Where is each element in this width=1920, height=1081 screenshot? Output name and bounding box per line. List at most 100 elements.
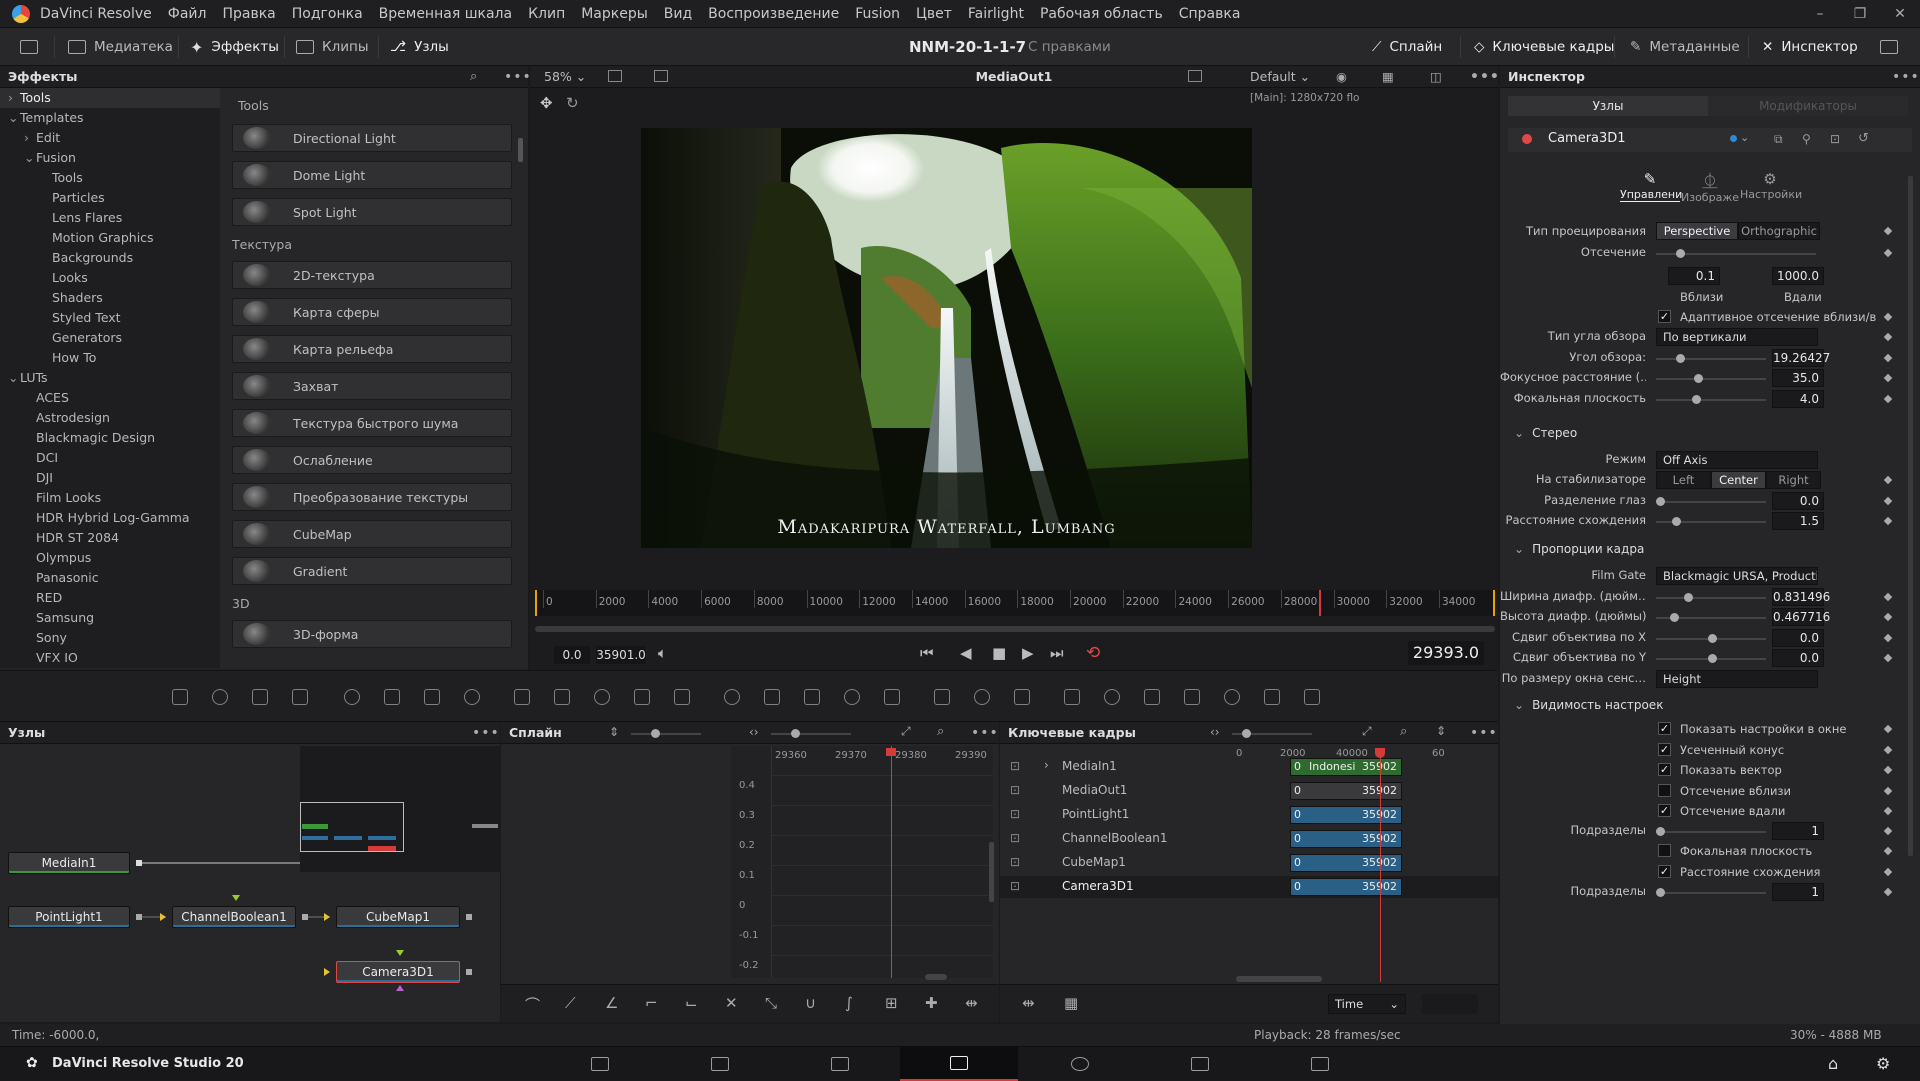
far-clip-field[interactable]: 1000.0 [1772,267,1824,285]
tree-item[interactable]: Generators [0,328,220,348]
tree-item[interactable]: › Tools [0,88,220,108]
keyframe-row[interactable]: ⊡ MediaOut1 035902 [1000,780,1498,802]
spline-fullscreen-icon[interactable]: ⤢ [901,724,911,739]
focal-plane-slider[interactable] [1656,395,1766,404]
stabilizer-center[interactable]: Center [1711,471,1766,489]
lut-select[interactable]: Default ⌄ [1250,66,1310,88]
stereo-section[interactable]: ⌄ Стерео [1514,426,1577,440]
film-gate-select[interactable]: Blackmagic URSA, Production 4K 1 [1656,567,1818,585]
keyframe-row[interactable]: ⊡›MediaIn10Indonesi35902 [1000,756,1498,778]
keyframes-fullscreen-icon[interactable]: ⤢ [1362,724,1372,739]
menu-item[interactable]: Воспроизведение [700,6,847,22]
tree-item[interactable]: HDR Hybrid Log-Gamma [0,508,220,528]
node-enabled-icon[interactable] [1522,134,1532,144]
aspect-section[interactable]: ⌄ Пропорции кадра [1514,542,1644,556]
spline-fit-icon[interactable]: ‹› [749,725,759,739]
keyframe-diamond-icon[interactable] [1883,887,1893,897]
subtab-controls[interactable]: ✎ Управлени [1620,170,1682,202]
in-point-field[interactable]: 0.0 [554,646,590,664]
page-color[interactable] [1050,1047,1110,1081]
tool-item[interactable]: Ослабление [232,446,512,474]
tree-item[interactable]: Backgrounds [0,248,220,268]
loop-icon[interactable]: ⟲ [1086,643,1100,663]
menu-item[interactable]: Файл [160,6,215,22]
near-clip-field[interactable]: 0.1 [1668,267,1720,285]
tree-item[interactable]: DJI [0,468,220,488]
keyframe-row[interactable]: ⊡ ChannelBoolean1 035902 [1000,828,1498,850]
keyframes-playhead[interactable] [1380,752,1381,982]
step-out-icon[interactable]: ⌙ [685,994,698,1012]
keyframe-diamond-icon[interactable] [1883,592,1893,602]
keyframe-bar[interactable]: 035902 [1290,878,1402,896]
cube3d-tool-icon[interactable] [1224,689,1240,705]
visibility-checkbox[interactable] [1658,783,1671,797]
tool-item[interactable]: Directional Light [232,124,512,152]
merge3d-tool-icon[interactable] [1104,689,1120,705]
tree-item[interactable]: Looks [0,268,220,288]
tree-item[interactable]: ⌄ LUTs [0,368,220,388]
tree-item[interactable]: Blackmagic Design [0,428,220,448]
menu-app[interactable]: DaVinci Resolve [40,6,160,22]
menu-item[interactable]: Маркеры [573,6,656,22]
focal-length-slider[interactable] [1656,374,1766,383]
page-edit[interactable] [810,1047,870,1081]
metadata-button[interactable]: ✎ Метаданные [1630,28,1740,66]
menu-item[interactable]: Fairlight [960,6,1032,22]
shape3d-tool-icon[interactable] [1064,689,1080,705]
keyframe-row[interactable]: ⊡ PointLight1 035902 [1000,804,1498,826]
play-icon[interactable]: ▶ [1022,644,1034,662]
keyframe-diamond-icon[interactable] [1883,724,1893,734]
emitter-tool-icon[interactable] [934,689,950,705]
effects-button[interactable]: ✦ Эффекты [190,28,279,66]
aperture-width-slider[interactable] [1656,593,1766,602]
grid-icon[interactable]: ▦ [1382,66,1394,88]
resolution-gate-fit-select[interactable]: Height [1656,670,1818,688]
paint-image-tool-icon[interactable] [212,689,228,705]
ellipse-tool-icon[interactable] [764,689,780,705]
keyframe-bar[interactable]: 035902 [1290,806,1402,824]
keyframe-diamond-icon[interactable] [1883,846,1893,856]
select-all-icon[interactable]: ⤡ [765,994,777,1012]
settings-gear-icon[interactable]: ⚙ [1876,1054,1890,1073]
reset-view-icon[interactable]: ↻ [566,94,579,112]
light3d-tool-icon[interactable] [1264,689,1280,705]
tool-item[interactable]: Преобразование текстуры [232,483,512,511]
tree-item[interactable]: Olympus [0,548,220,568]
tool-item[interactable]: Захват [232,372,512,400]
lock-icon[interactable]: ⊡ [1010,855,1020,869]
subdivisions-slider[interactable] [1656,827,1766,836]
background-tool-icon[interactable] [172,689,188,705]
spline-zoom-slider[interactable] [631,729,701,738]
aov-field[interactable]: 19.26427 [1772,349,1830,367]
keyframe-diamond-icon[interactable] [1883,248,1893,258]
node-pointlight1[interactable]: PointLight1 [8,906,130,928]
lock-icon[interactable]: ⊡ [1010,879,1020,893]
spline-graph[interactable]: 0.4 0.3 0.2 0.1 0 -0.1 -0.2 29360 29370 29380 2939… [731,746,1028,978]
invert-icon[interactable]: ∠ [605,994,618,1012]
stabilizer-right[interactable]: Right [1766,471,1821,489]
visibility-checkbox[interactable]: ✓ [1658,763,1671,776]
keyframes-menu-icon[interactable]: ••• [1470,722,1498,744]
menu-item[interactable]: Рабочая область [1032,6,1171,22]
aperture-height-slider[interactable] [1656,613,1766,622]
bright-contrast-tool-icon[interactable] [424,689,440,705]
spline-hscroll[interactable] [925,974,947,980]
tree-item[interactable]: VFX IO [0,648,220,668]
paint-tool-icon[interactable] [292,689,308,705]
warp-tool-icon[interactable] [884,689,900,705]
tree-item[interactable]: Shaders [0,288,220,308]
slider-knob[interactable] [1694,374,1703,383]
projection-orthographic[interactable]: Orthographic [1738,222,1820,240]
tree-item[interactable]: › Edit [0,128,220,148]
time-stretch-icon[interactable]: ⇹ [1022,994,1035,1012]
keyframe-diamond-icon[interactable] [1883,496,1893,506]
media-pool-button[interactable]: Медиатека [68,28,173,66]
maximize-icon[interactable]: ❐ [1840,0,1880,28]
keyframe-diamond-icon[interactable] [1883,226,1893,236]
inspector-scrollbar[interactable] [1908,176,1913,856]
tool-item[interactable]: 3D-форма [232,620,512,648]
keyframe-diamond-icon[interactable] [1883,612,1893,622]
node-camera3d1[interactable]: Camera3D1 [336,961,460,983]
spreadsheet-icon[interactable]: ▦ [1064,994,1078,1012]
lock-icon[interactable]: ⊡ [1010,759,1020,773]
